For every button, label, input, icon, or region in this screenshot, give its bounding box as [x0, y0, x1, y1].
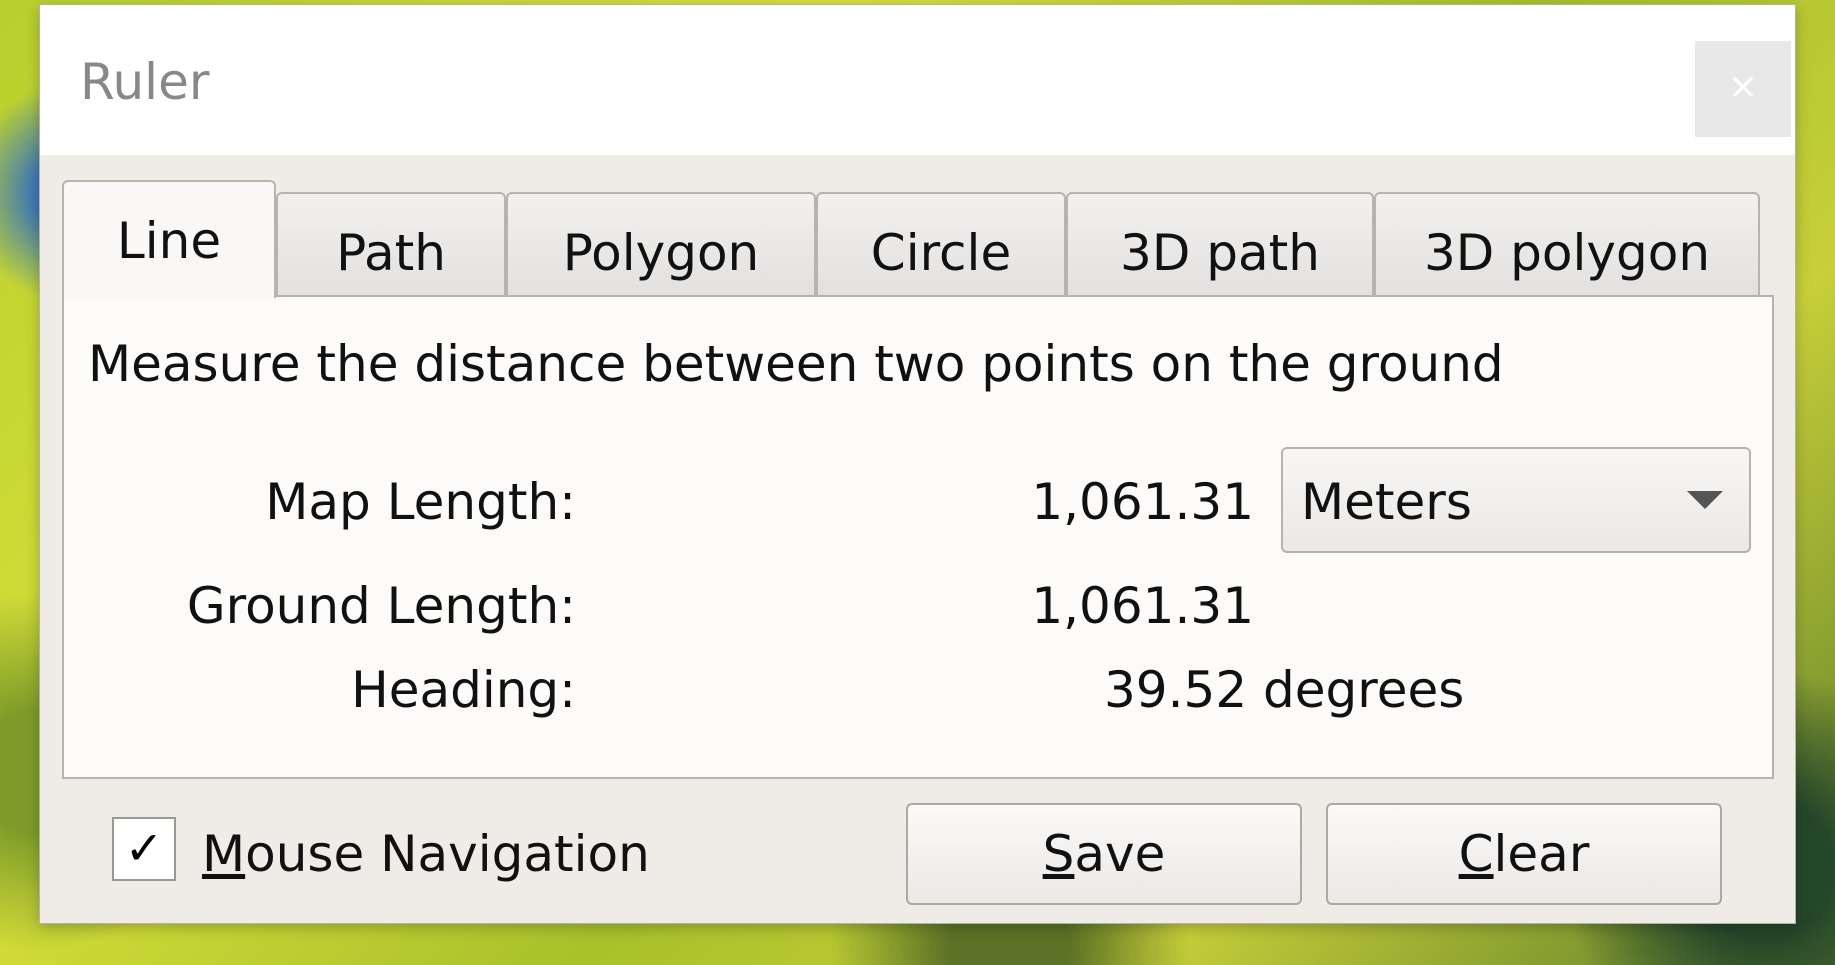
save-button-label: Save	[1042, 825, 1166, 883]
tab-line[interactable]: Line	[62, 180, 276, 298]
measure-description: Measure the distance between two points …	[88, 335, 1504, 393]
tab-bar: Line Path Polygon Circle 3D path 3D poly…	[62, 180, 1774, 298]
close-icon: ×	[1727, 66, 1759, 107]
window-title: Ruler	[80, 53, 210, 111]
tab-label: 3D polygon	[1423, 224, 1711, 282]
clear-button[interactable]: Clear	[1326, 803, 1722, 905]
clear-button-label: Clear	[1458, 825, 1590, 883]
ruler-dialog: Ruler × Line Path Polygon Circle 3D path…	[40, 5, 1795, 923]
heading-label: Heading:	[351, 661, 576, 719]
unit-select[interactable]: Meters	[1281, 447, 1751, 553]
tab-3d-path[interactable]: 3D path	[1066, 192, 1374, 296]
unit-select-value: Meters	[1301, 473, 1472, 531]
tab-label: 3D path	[1120, 224, 1320, 282]
map-length-value: 1,061.31	[1031, 473, 1254, 531]
close-button[interactable]: ×	[1695, 41, 1791, 137]
tab-3d-polygon[interactable]: 3D polygon	[1374, 192, 1760, 296]
map-length-label: Map Length:	[265, 473, 576, 531]
tab-circle[interactable]: Circle	[816, 192, 1066, 296]
tab-label: Circle	[870, 224, 1012, 282]
tab-path[interactable]: Path	[276, 192, 506, 296]
tab-polygon[interactable]: Polygon	[506, 192, 816, 296]
heading-value: 39.52 degrees	[1104, 661, 1465, 719]
ground-length-label: Ground Length:	[186, 577, 576, 635]
ground-length-value: 1,061.31	[1031, 577, 1254, 635]
tab-label: Polygon	[562, 224, 760, 282]
mouse-navigation-label[interactable]: Mouse Navigation	[202, 825, 650, 883]
tab-label: Path	[336, 224, 446, 282]
tab-label: Line	[116, 212, 222, 270]
chevron-down-icon	[1687, 491, 1723, 509]
line-tab-panel: Measure the distance between two points …	[62, 295, 1774, 779]
check-icon: ✓	[124, 821, 164, 875]
save-button[interactable]: Save	[906, 803, 1302, 905]
mouse-navigation-checkbox[interactable]: ✓	[112, 817, 176, 881]
title-bar[interactable]: Ruler ×	[40, 5, 1795, 155]
